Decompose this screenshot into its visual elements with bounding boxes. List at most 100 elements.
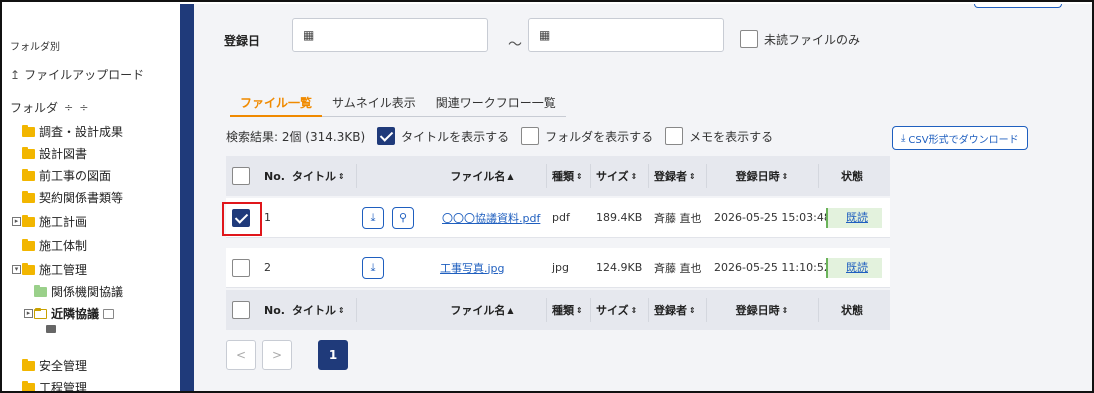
- status-badge[interactable]: 既読: [826, 207, 882, 228]
- status-badge[interactable]: 既読: [826, 257, 882, 278]
- collapse-toggle-icon[interactable]: ▾: [12, 265, 21, 274]
- select-all-checkbox[interactable]: [232, 301, 250, 319]
- folder-icon: [22, 262, 35, 275]
- result-options-row: 検索結果: 2個 (314.3KB) タイトルを表示する フォルダを表示する メ…: [226, 127, 773, 145]
- column-divider: [648, 298, 649, 322]
- folder-settings-icon[interactable]: [103, 308, 115, 319]
- download-button[interactable]: ⤓: [362, 206, 384, 229]
- col-type-header[interactable]: 種類 ⇕: [552, 290, 583, 330]
- table-row[interactable]: 1 ⤓ ⚲ 〇〇〇協議資料.pdf pdf 189.4KB 斉藤 直也 2026…: [222, 198, 890, 238]
- tree-item-construction-plan[interactable]: ▸ 施工計画: [12, 213, 87, 230]
- col-user-header[interactable]: 登録者 ⇕: [654, 156, 696, 196]
- col-title-label: タイトル: [292, 304, 336, 317]
- pagination: < > 1: [226, 340, 348, 370]
- column-divider: [648, 164, 649, 188]
- tree-item-design-docs[interactable]: 設計図書: [22, 145, 87, 162]
- expand-toggle-icon[interactable]: ▸: [12, 217, 21, 226]
- row-select-checkbox[interactable]: [232, 258, 250, 277]
- col-size-header[interactable]: サイズ ⇕: [596, 156, 637, 196]
- col-title-header[interactable]: タイトル ⇕: [292, 156, 345, 196]
- row-user: 斉藤 直也: [654, 211, 702, 225]
- select-all-checkbox[interactable]: [232, 167, 250, 185]
- show-memo-checkbox[interactable]: [665, 127, 684, 145]
- col-filename-header[interactable]: ファイル名 ▲: [418, 156, 546, 196]
- tree-item-label: 前工事の図面: [39, 169, 112, 183]
- col-date-header[interactable]: 登録日時 ⇕: [712, 156, 812, 196]
- tree-item-neighbor-consultation[interactable]: ▸ 近隣協議: [24, 305, 115, 322]
- download-button[interactable]: ⤓: [362, 256, 384, 279]
- prev-page-button[interactable]: <: [226, 340, 256, 370]
- tree-item-agency-consultation[interactable]: 関係機関協議: [34, 283, 123, 300]
- csv-download-button[interactable]: ⤓ CSV形式でダウンロード: [892, 126, 1028, 150]
- show-folder-checkbox[interactable]: [521, 127, 540, 145]
- row-type: pdf: [552, 211, 570, 224]
- file-upload-link[interactable]: ↥ ファイルアップロード: [10, 66, 144, 83]
- show-folder-option[interactable]: フォルダを表示する: [521, 127, 653, 145]
- tree-item-contract-docs[interactable]: 契約関係書類等: [22, 189, 123, 206]
- row-size: 124.9KB: [596, 261, 643, 274]
- table-row[interactable]: 2 ⤓ 工事写真.jpg jpg 124.9KB 斉藤 直也 2026-05-2…: [226, 248, 890, 288]
- folder-icon: [22, 214, 35, 227]
- tree-item-safety-management[interactable]: 安全管理: [22, 357, 87, 374]
- row-no: 2: [264, 261, 271, 274]
- unread-only-filter[interactable]: 未読ファイルのみ: [740, 30, 860, 48]
- column-divider: [706, 164, 707, 188]
- sort-icon: ⇕: [338, 305, 345, 315]
- tree-item-label: 施工計画: [39, 215, 88, 229]
- collapse-all-icon[interactable]: ÷: [79, 101, 88, 114]
- col-user-label: 登録者: [654, 170, 687, 183]
- col-filename-header[interactable]: ファイル名 ▲: [418, 290, 546, 330]
- expand-all-icon[interactable]: ÷: [64, 101, 73, 114]
- row-select-cell: [232, 248, 250, 288]
- tree-item-add-subfolder[interactable]: [46, 325, 56, 333]
- row-select-checkbox[interactable]: [232, 208, 250, 227]
- next-page-button[interactable]: >: [262, 340, 292, 370]
- date-to-input[interactable]: ▦: [528, 18, 724, 52]
- folder-icon: [22, 238, 35, 251]
- row-actions: ⤓ ⚲: [362, 198, 414, 238]
- col-date-header[interactable]: 登録日時 ⇕: [712, 290, 812, 330]
- show-title-checkbox[interactable]: [377, 127, 396, 145]
- column-divider: [356, 164, 357, 188]
- col-type-header[interactable]: 種類 ⇕: [552, 156, 583, 196]
- date-from-input[interactable]: ▦: [292, 18, 488, 52]
- tree-item-schedule-management[interactable]: 工程管理: [22, 379, 87, 391]
- unread-only-checkbox[interactable]: [740, 30, 758, 48]
- col-user-header[interactable]: 登録者 ⇕: [654, 290, 696, 330]
- show-title-option[interactable]: タイトルを表示する: [377, 127, 509, 145]
- tab-thumbnail-view[interactable]: サムネイル表示: [322, 92, 426, 117]
- sort-icon: ⇕: [630, 171, 638, 181]
- preview-button[interactable]: ⚲: [392, 206, 414, 229]
- tree-item-label: 安全管理: [39, 359, 88, 373]
- tree-item-construction-system[interactable]: 施工体制: [22, 237, 87, 254]
- sort-icon: ⇕: [630, 305, 638, 315]
- show-memo-option[interactable]: メモを表示する: [665, 127, 773, 145]
- tab-related-workflows[interactable]: 関連ワークフロー一覧: [425, 92, 566, 117]
- col-size-header[interactable]: サイズ ⇕: [596, 290, 637, 330]
- page-1-button[interactable]: 1: [318, 340, 348, 370]
- expand-toggle-icon[interactable]: ▸: [24, 309, 33, 318]
- column-divider: [546, 298, 547, 322]
- row-status[interactable]: 既読: [826, 198, 882, 238]
- tree-item-label: 関係機関協議: [51, 285, 124, 299]
- download-icon: ⤓: [901, 132, 906, 144]
- col-title-header[interactable]: タイトル ⇕: [292, 290, 345, 330]
- folder-icon: [34, 284, 47, 297]
- row-filename-link[interactable]: 工事写真.jpg: [440, 248, 505, 288]
- filename-text: 〇〇〇協議資料.pdf: [442, 211, 541, 225]
- row-no: 1: [264, 211, 271, 224]
- folder-sidebar: フォルダ別 ↥ ファイルアップロード フォルダ ÷ ÷ 調査・設計成果 設計図書…: [4, 4, 180, 391]
- row-filename-link[interactable]: 〇〇〇協議資料.pdf: [442, 198, 540, 238]
- col-type-label: 種類: [552, 304, 574, 317]
- col-status-header: 状態: [841, 170, 863, 183]
- registration-date-label: 登録日: [224, 34, 261, 48]
- row-status[interactable]: 既読: [826, 248, 882, 288]
- col-no-header: No.: [264, 169, 285, 183]
- tab-file-list[interactable]: ファイル一覧: [230, 92, 323, 117]
- tree-item-label: 調査・設計成果: [39, 125, 124, 139]
- tree-item-survey-design[interactable]: 調査・設計成果: [22, 123, 123, 140]
- show-folder-label: フォルダを表示する: [545, 129, 654, 144]
- col-size-label: サイズ: [596, 170, 629, 183]
- tree-item-construction-management[interactable]: ▾ 施工管理: [12, 261, 87, 278]
- tree-item-previous-drawings[interactable]: 前工事の図面: [22, 167, 111, 184]
